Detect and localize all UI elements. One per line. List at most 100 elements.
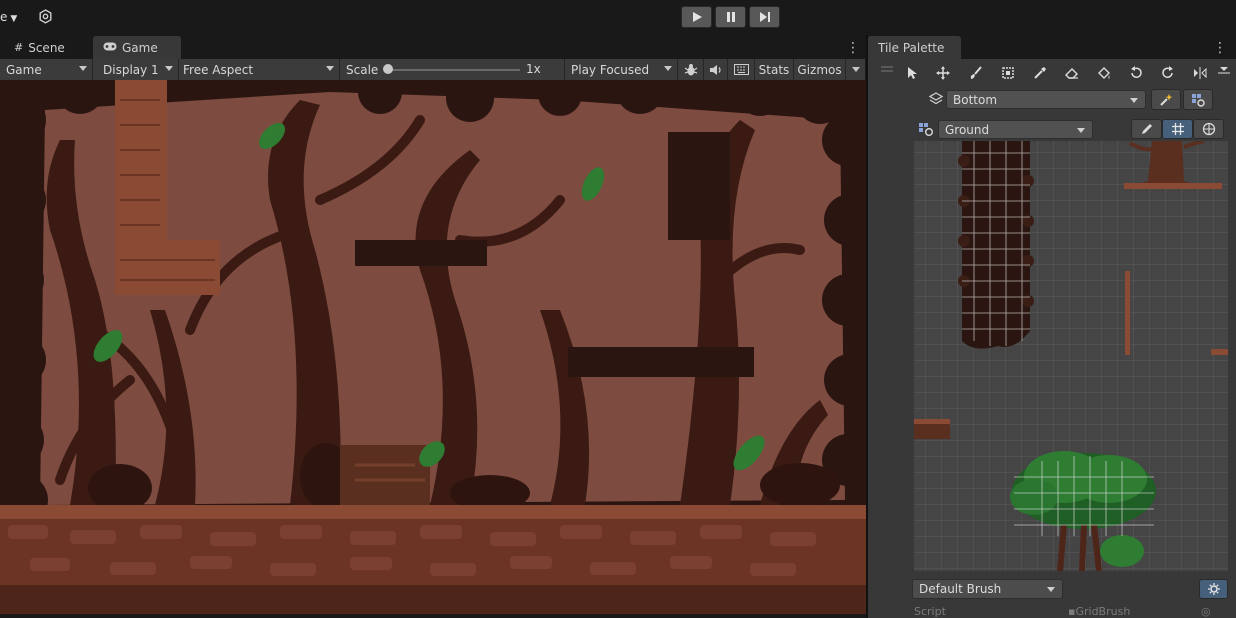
scale-slider-thumb[interactable] (383, 64, 393, 74)
mute-audio-toggle[interactable] (704, 59, 728, 80)
flip-x-tool[interactable] (1185, 62, 1215, 84)
fill-icon (1098, 67, 1110, 79)
flip-y-tool[interactable] (1217, 62, 1236, 84)
tab-game-label: Game (122, 40, 158, 55)
rotate-ccw-icon (1131, 66, 1142, 78)
picker-icon (1034, 67, 1046, 79)
tab-tile-palette-label: Tile Palette (878, 40, 945, 55)
gizmo-globe-icon (1202, 122, 1215, 136)
paint-tool[interactable] (961, 62, 991, 84)
object-picker-icon[interactable]: ◎ (1201, 605, 1211, 618)
stats-label: Stats (758, 62, 790, 77)
aspect-dropdown[interactable]: Free Aspect (177, 59, 340, 80)
display-label: Display 1 (103, 62, 159, 77)
play-mode-dropdown[interactable]: Play Focused (565, 59, 678, 80)
brush-settings-icon (1207, 583, 1220, 595)
chevron-down-icon (1130, 98, 1138, 103)
paint-icon (970, 66, 982, 79)
script-value-field[interactable]: ▪GridBrush (1068, 605, 1130, 618)
toggle-grid-button[interactable] (1162, 119, 1193, 139)
layout-menu[interactable]: e ▼ (0, 10, 17, 24)
layers-icon (928, 91, 944, 107)
picker-tool[interactable] (1025, 62, 1055, 84)
script-label: Script (914, 605, 946, 618)
palette-dropdown[interactable]: Ground (938, 120, 1093, 139)
brush-dropdown[interactable]: Default Brush (912, 579, 1063, 599)
pause-button[interactable] (715, 6, 746, 28)
tab-scene-label: Scene (28, 40, 65, 55)
view-select-dropdown[interactable]: Game (0, 59, 93, 80)
pencil-icon (1141, 124, 1152, 134)
chevron-down-icon (1077, 128, 1085, 133)
fill-tool[interactable] (1089, 62, 1119, 84)
scale-label: Scale (346, 62, 379, 77)
chevron-down-icon (851, 67, 860, 72)
palette-tiles-render (914, 141, 1228, 571)
step-icon (759, 12, 770, 22)
grid-icon (1171, 123, 1184, 135)
play-mode-label: Play Focused (571, 62, 650, 77)
tab-tile-palette[interactable]: Tile Palette (868, 36, 961, 59)
flip-y-icon (1218, 67, 1230, 74)
erase-icon (1065, 68, 1078, 79)
view-select-label: Game (6, 62, 42, 77)
speaker-icon (709, 64, 721, 75)
chevron-down-icon (664, 66, 672, 71)
focus-tilemap-button[interactable] (1151, 89, 1181, 110)
chevron-down-icon (1047, 587, 1055, 592)
rotate-cw-icon (1162, 66, 1173, 78)
more-options-icon[interactable]: ⋮ (1213, 41, 1227, 55)
erase-tool[interactable] (1057, 62, 1087, 84)
move-tool[interactable] (928, 62, 958, 84)
layout-menu-label: e (0, 10, 8, 24)
tile-palette-icon (918, 121, 934, 137)
more-options-icon[interactable]: ⋮ (846, 41, 860, 55)
tab-scene[interactable]: # Scene (4, 36, 92, 59)
edit-palette-button[interactable] (1131, 119, 1162, 139)
palette-label: Ground (945, 122, 990, 137)
gizmos-button[interactable]: Gizmos (794, 59, 846, 80)
game-scene-render (0, 80, 866, 614)
gizmos-dropdown[interactable] (846, 59, 865, 80)
tab-game[interactable]: Game (93, 36, 181, 59)
select-icon (908, 67, 917, 79)
bug-toggle[interactable] (678, 59, 704, 80)
game-viewport[interactable] (0, 80, 866, 614)
drag-handle-icon[interactable] (880, 64, 894, 80)
brush-label: Default Brush (919, 582, 1002, 596)
settings-icon[interactable] (38, 9, 53, 24)
script-field-row: Script ▪GridBrush ◎ (914, 605, 1214, 618)
rotate-cw-tool[interactable] (1153, 62, 1183, 84)
scale-slider-track[interactable] (386, 69, 520, 71)
scale-value: 1x (526, 62, 541, 76)
palette-grid-icon (1192, 93, 1205, 107)
box-fill-icon (1002, 67, 1014, 79)
magic-wand-icon (1160, 93, 1173, 106)
active-tilemap-label: Bottom (953, 92, 998, 107)
step-button[interactable] (749, 6, 780, 28)
aspect-label: Free Aspect (183, 62, 254, 77)
chevron-down-icon (326, 66, 334, 71)
display-dropdown[interactable]: Display 1 (97, 59, 179, 80)
chevron-down-icon (165, 66, 173, 71)
active-tilemap-dropdown[interactable]: Bottom (946, 90, 1146, 109)
move-icon (936, 66, 950, 80)
keyboard-icon (733, 64, 749, 75)
keyboard-shortcuts-toggle[interactable] (728, 59, 755, 80)
gamepad-icon (103, 41, 117, 54)
rotate-ccw-tool[interactable] (1121, 62, 1151, 84)
stats-button[interactable]: Stats (755, 59, 794, 80)
flip-x-icon (1194, 67, 1207, 79)
box-fill-tool[interactable] (993, 62, 1023, 84)
grid-icon: # (14, 41, 24, 54)
select-tool[interactable] (897, 62, 927, 84)
tilemap-settings-button[interactable] (1183, 89, 1213, 110)
chevron-down-icon: ▼ (10, 14, 18, 24)
gizmos-label: Gizmos (797, 62, 842, 77)
play-icon (692, 12, 702, 22)
toggle-gizmos-button[interactable] (1193, 119, 1224, 139)
chevron-down-icon (79, 66, 87, 71)
tile-palette-grid[interactable] (914, 141, 1228, 571)
brush-settings-button[interactable] (1199, 579, 1228, 599)
play-button[interactable] (681, 6, 712, 28)
